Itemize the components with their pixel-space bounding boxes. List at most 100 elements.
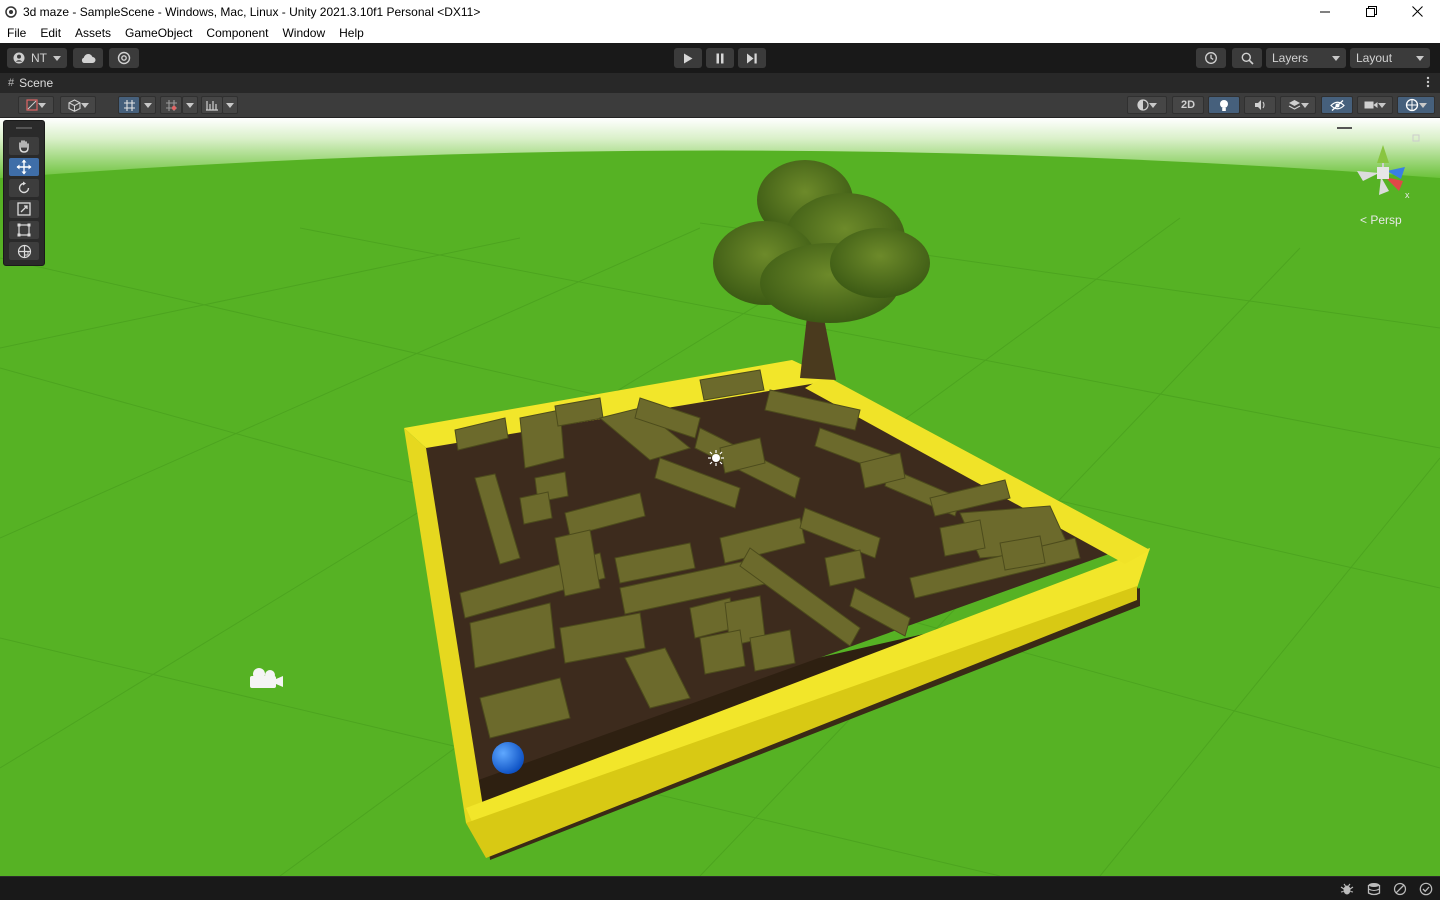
window-title-bar: 3d maze - SampleScene - Windows, Mac, Li… — [0, 0, 1440, 23]
menu-component[interactable]: Component — [199, 26, 275, 40]
menu-assets[interactable]: Assets — [68, 26, 118, 40]
audio-toggle[interactable] — [1244, 96, 1276, 114]
tab-scene[interactable]: # Scene — [0, 73, 61, 93]
hand-tool-icon[interactable] — [9, 137, 39, 155]
chevron-down-icon — [1378, 102, 1386, 108]
lighting-toggle[interactable] — [1208, 96, 1240, 114]
rotate-tool-icon[interactable] — [9, 179, 39, 197]
collab-button[interactable] — [109, 48, 139, 68]
tool-palette — [3, 120, 45, 266]
draw-mode-icon — [26, 99, 38, 111]
scene-tab-bar: # Scene — [0, 73, 1440, 93]
render-mode-icon — [1137, 99, 1149, 111]
transform-tool-icon[interactable] — [9, 242, 39, 260]
layout-dropdown[interactable]: Layout — [1350, 48, 1430, 68]
account-dropdown[interactable]: NT — [7, 48, 67, 68]
rect-tool-icon[interactable] — [9, 221, 39, 239]
gizmos-dropdown[interactable] — [1397, 96, 1435, 114]
status-bar — [0, 876, 1440, 900]
check-icon[interactable] — [1419, 882, 1433, 896]
account-label: NT — [31, 51, 47, 65]
effects-icon — [1288, 100, 1300, 110]
projection-toggle[interactable]: < Persp — [1360, 213, 1402, 227]
kebab-icon[interactable] — [1426, 76, 1430, 91]
2d-toggle[interactable]: 2D — [1172, 96, 1204, 114]
scene-view-toolbar: 2D — [0, 93, 1440, 118]
search-icon — [1241, 52, 1254, 65]
chevron-down-icon — [53, 55, 61, 61]
play-button[interactable] — [674, 48, 702, 68]
chevron-down-icon — [226, 102, 234, 108]
menu-file[interactable]: File — [0, 26, 33, 40]
chevron-down-icon — [186, 102, 194, 108]
audio-icon — [1254, 100, 1265, 110]
chevron-down-icon — [1419, 102, 1427, 108]
menu-help[interactable]: Help — [332, 26, 371, 40]
increment-snap-menu[interactable] — [182, 96, 198, 114]
network-icon[interactable] — [1393, 882, 1407, 896]
chevron-down-icon — [38, 102, 46, 108]
chevron-down-icon — [1149, 102, 1157, 108]
minimize-icon[interactable] — [1302, 0, 1348, 23]
light-gizmo[interactable] — [708, 450, 724, 466]
ruler-button[interactable] — [201, 96, 223, 114]
cloud-button[interactable] — [73, 48, 103, 68]
chevron-down-icon — [80, 102, 89, 108]
grid-snap-icon — [123, 99, 135, 111]
effects-dropdown[interactable] — [1280, 96, 1316, 114]
player-ball[interactable] — [492, 742, 524, 774]
history-icon — [1205, 52, 1217, 64]
undo-history-button[interactable] — [1196, 48, 1226, 68]
grid-snap-menu[interactable] — [140, 96, 156, 114]
collab-icon — [117, 51, 131, 65]
scale-tool-icon[interactable] — [9, 200, 39, 218]
main-toolbar: NT Layers Layout — [0, 43, 1440, 73]
menu-edit[interactable]: Edit — [33, 26, 68, 40]
cloud-icon — [81, 53, 96, 63]
chevron-down-icon — [144, 102, 152, 108]
grid-hash-icon: # — [8, 77, 15, 89]
shading-dropdown[interactable] — [60, 96, 96, 114]
draw-mode-dropdown[interactable] — [18, 96, 54, 114]
move-tool-icon[interactable] — [9, 158, 39, 176]
pause-icon — [716, 53, 724, 63]
scene-viewport[interactable]: x — [0, 118, 1440, 876]
increment-snap-icon — [165, 99, 177, 111]
light-icon — [1220, 99, 1228, 111]
menu-gameobject[interactable]: GameObject — [118, 26, 199, 40]
unity-logo-icon — [5, 5, 17, 18]
camera-icon — [1364, 101, 1378, 109]
camera-dropdown[interactable] — [1357, 96, 1393, 114]
chevron-down-icon — [1300, 102, 1309, 108]
play-icon — [684, 53, 693, 63]
axis-x-label: x — [1405, 190, 1410, 200]
window-title: 3d maze - SampleScene - Windows, Mac, Li… — [23, 4, 481, 19]
gizmos-icon — [1405, 98, 1419, 112]
layers-label: Layers — [1272, 51, 1309, 65]
step-icon — [747, 53, 757, 63]
tab-scene-label: Scene — [19, 76, 54, 90]
chevron-down-icon — [1416, 55, 1424, 61]
palette-handle[interactable] — [16, 127, 32, 129]
chevron-down-icon — [1332, 55, 1340, 61]
layout-label: Layout — [1356, 51, 1393, 65]
hidden-objects-icon — [1329, 99, 1345, 111]
menu-window[interactable]: Window — [275, 26, 332, 40]
search-button[interactable] — [1232, 48, 1262, 68]
ruler-menu[interactable] — [222, 96, 238, 114]
step-button[interactable] — [738, 48, 766, 68]
ruler-icon — [206, 101, 218, 111]
restore-icon[interactable] — [1348, 0, 1394, 23]
shading-cube-icon — [67, 98, 81, 112]
bug-icon[interactable] — [1340, 882, 1354, 896]
pause-button[interactable] — [706, 48, 734, 68]
increment-snap-button[interactable] — [160, 96, 182, 114]
close-icon[interactable] — [1394, 0, 1440, 23]
layers-dropdown[interactable]: Layers — [1266, 48, 1346, 68]
2d-label: 2D — [1180, 99, 1196, 111]
database-icon[interactable] — [1367, 882, 1381, 896]
render-mode-dropdown[interactable] — [1127, 96, 1167, 114]
grid-snap-button[interactable] — [118, 96, 140, 114]
menu-bar: File Edit Assets GameObject Component Wi… — [0, 23, 1440, 43]
hidden-objects-toggle[interactable] — [1321, 96, 1353, 114]
